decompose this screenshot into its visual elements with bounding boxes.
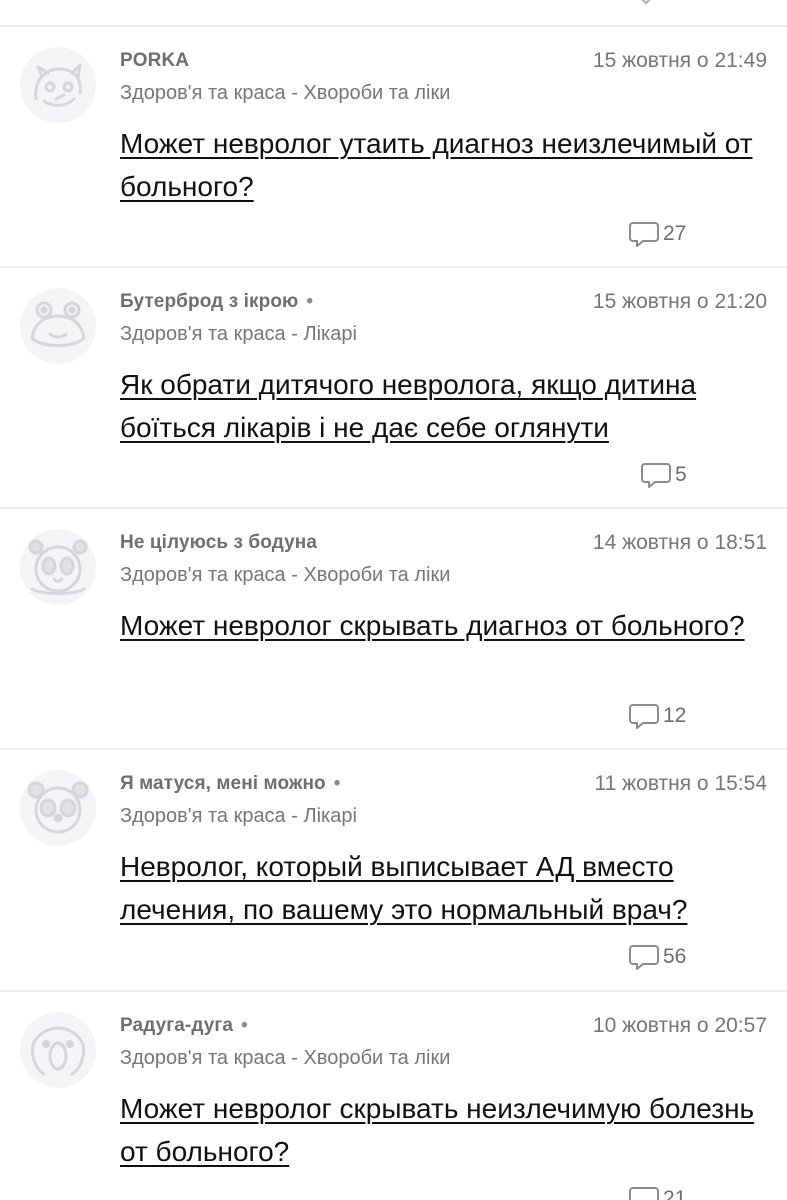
post-date: 15 жовтня о 21:20	[592, 290, 767, 313]
post-date: 14 жовтня о 18:51	[592, 531, 767, 554]
comment-bubble-icon	[628, 220, 660, 248]
comments-counter[interactable]: 21	[628, 1184, 686, 1200]
post-category[interactable]: Здоров'я та краса - Лікарі	[120, 322, 357, 346]
author-name[interactable]: PORKA	[120, 50, 189, 72]
dragon-avatar-icon[interactable]	[20, 47, 96, 123]
panda-avatar-icon[interactable]	[20, 770, 96, 846]
post-category[interactable]: Здоров'я та краса - Хвороби та ліки	[120, 1046, 450, 1070]
comment-bubble-icon	[628, 702, 660, 730]
post-item[interactable]: Бутерброд з ікрою • 15 жовтня о 21:20 Зд…	[0, 268, 787, 508]
comments-count: 12	[663, 704, 687, 727]
post-category[interactable]: Здоров'я та краса - Лікарі	[120, 804, 357, 828]
comments-count: 27	[663, 222, 687, 245]
comments-counter[interactable]: 56	[628, 942, 686, 972]
post-date: 15 жовтня о 21:49	[592, 49, 767, 72]
online-dot: •	[333, 773, 341, 794]
post-category[interactable]: Здоров'я та краса - Хвороби та ліки	[120, 81, 450, 105]
frog-avatar-icon[interactable]	[20, 288, 96, 364]
bird-avatar-icon[interactable]	[20, 1012, 96, 1088]
author-name[interactable]: Бутерброд з ікрою	[120, 291, 298, 313]
author-name[interactable]: Радуга-дуга	[120, 1015, 233, 1037]
comments-count: 5	[675, 463, 687, 486]
post-date: 10 жовтня о 20:57	[592, 1014, 767, 1037]
chevron-down-icon[interactable]	[636, 0, 656, 6]
comments-counter[interactable]: 27	[628, 219, 686, 249]
topic-feed: PORKA 15 жовтня о 21:49 Здоров'я та крас…	[0, 0, 787, 1200]
author-name[interactable]: Я матуся, мені можно	[120, 773, 326, 795]
post-category[interactable]: Здоров'я та краса - Хвороби та ліки	[120, 563, 450, 587]
online-dot: •	[241, 1015, 248, 1036]
comment-bubble-icon	[640, 461, 672, 489]
comment-bubble-icon	[628, 943, 660, 971]
comments-count: 21	[663, 1187, 687, 1200]
comments-counter[interactable]: 5	[640, 460, 687, 490]
post-item[interactable]: Я матуся, мені можно • 11 жовтня о 15:54…	[0, 750, 787, 990]
post-item[interactable]: PORKA 15 жовтня о 21:49 Здоров'я та крас…	[0, 27, 787, 267]
post-title-link[interactable]: Может невролог скрывать диагноз от больн…	[120, 604, 770, 647]
post-title-link[interactable]: Як обрати дитячого невролога, якщо дитин…	[120, 363, 770, 449]
comments-counter[interactable]: 12	[628, 701, 686, 731]
online-dot: •	[306, 291, 314, 312]
post-title-link[interactable]: Может невролог утаить диагноз неизлечимы…	[120, 122, 770, 208]
post-item[interactable]: Радуга-дуга • 10 жовтня о 20:57 Здоров'я…	[0, 992, 787, 1200]
post-date: 11 жовтня о 15:54	[594, 772, 767, 795]
post-item[interactable]: Не цілуюсь з бодуна 14 жовтня о 18:51 Зд…	[0, 509, 787, 749]
comments-count: 56	[663, 945, 687, 968]
post-title-link[interactable]: Невролог, который выписывает АД вместо л…	[120, 845, 770, 931]
comment-bubble-icon	[628, 1185, 660, 1200]
author-name[interactable]: Не цілуюсь з бодуна	[120, 532, 317, 554]
post-title-link[interactable]: Может невролог скрывать неизлечимую боле…	[120, 1087, 770, 1173]
panda-avatar-icon[interactable]	[20, 529, 96, 605]
